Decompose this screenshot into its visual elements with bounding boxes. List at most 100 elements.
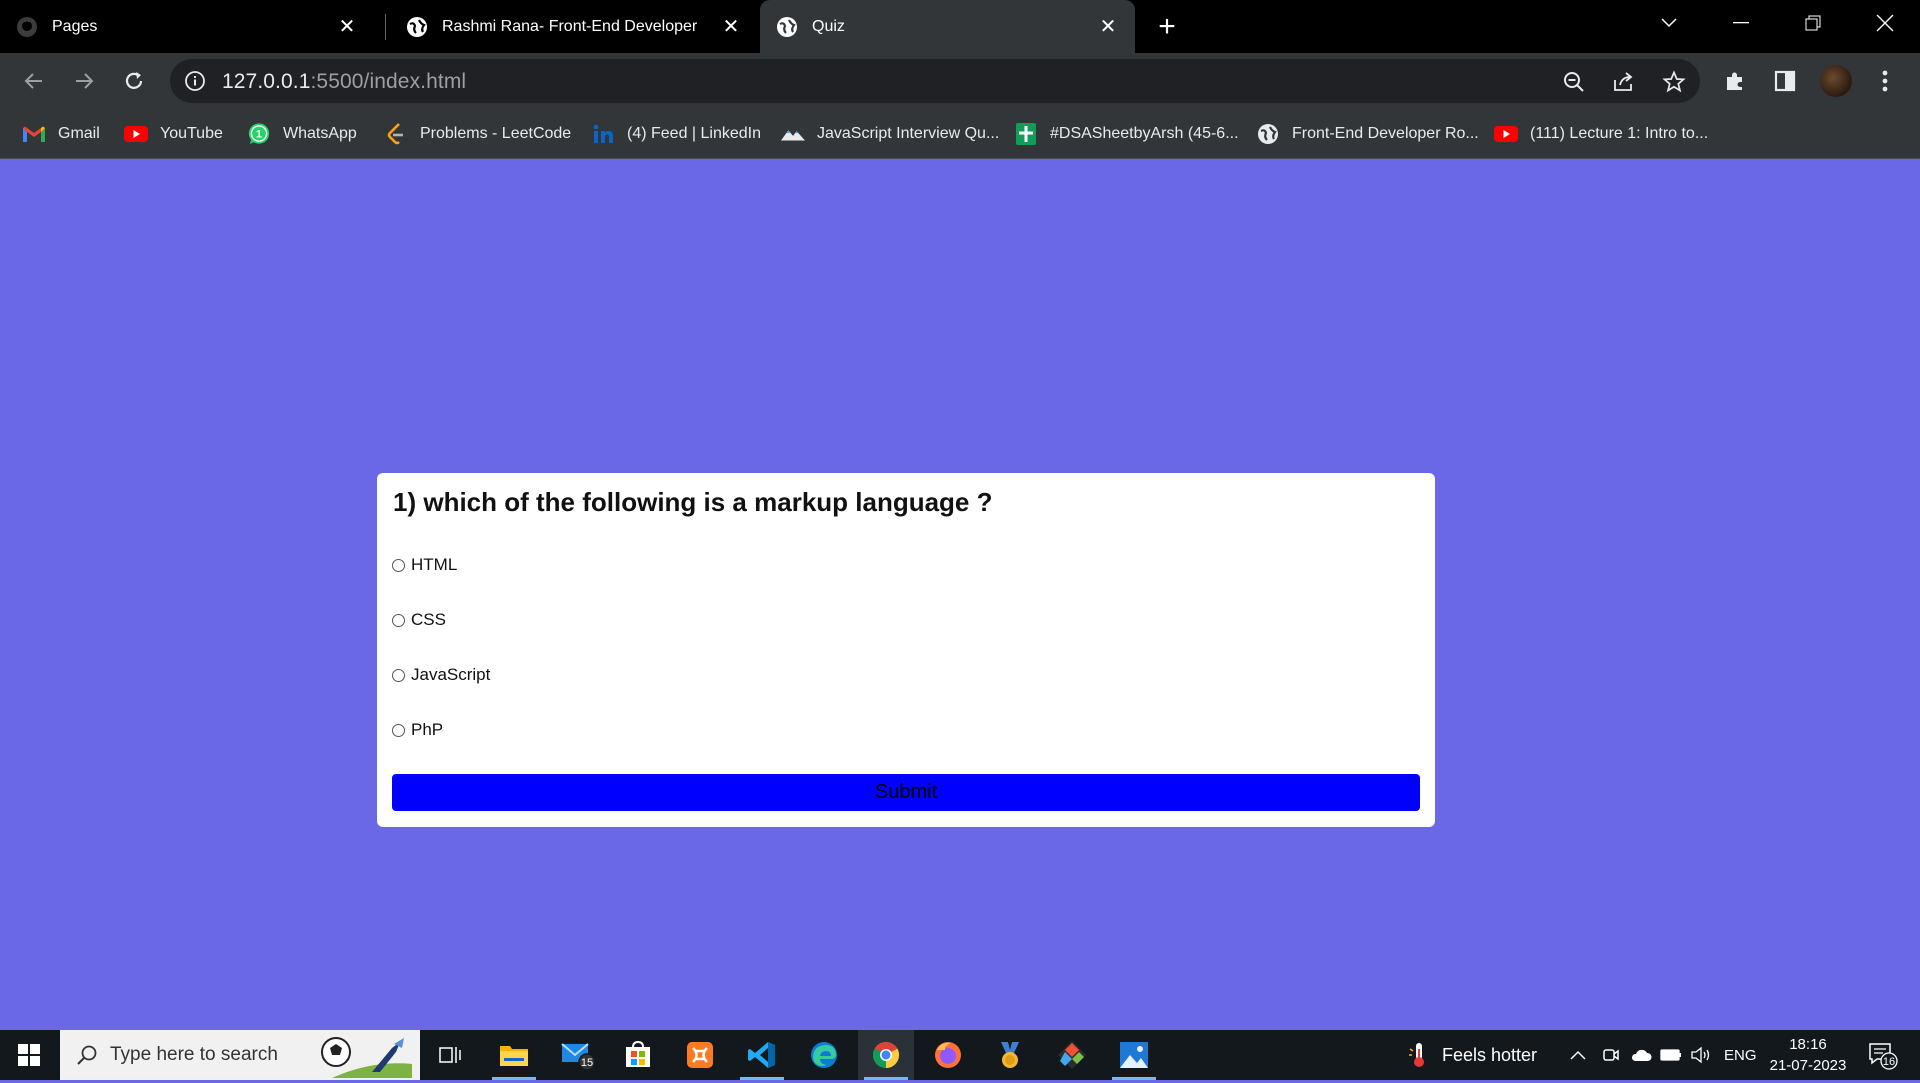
menu-button[interactable] (1870, 66, 1900, 96)
show-hidden-icons-button[interactable] (1570, 1030, 1586, 1080)
minimize-button[interactable] (1706, 0, 1776, 45)
taskbar-edge[interactable] (796, 1030, 852, 1080)
whatsapp-badge: 1 (256, 129, 262, 141)
forward-button[interactable] (66, 63, 102, 99)
address-bar[interactable]: 127.0.0.1:5500/index.html (170, 59, 1700, 103)
bookmarks-bar: Gmail YouTube 1 WhatsApp Problems - Leet… (0, 109, 1920, 159)
bookmark-label: Gmail (58, 125, 100, 142)
taskbar-medal-app[interactable] (982, 1030, 1038, 1080)
leetcode-icon (384, 122, 408, 146)
weather-text: Feels hotter (1442, 1044, 1538, 1065)
task-view-button[interactable] (422, 1030, 478, 1080)
back-button[interactable] (16, 63, 52, 99)
option-css[interactable]: CSS (392, 610, 446, 630)
url-text[interactable]: 127.0.0.1:5500/index.html (222, 70, 466, 94)
chrome-icon (872, 1041, 900, 1069)
clock-date: 21-07-2023 (1769, 1057, 1847, 1074)
taskbar-search[interactable]: Type here to search (60, 1030, 420, 1080)
extensions-button[interactable] (1720, 66, 1750, 96)
weather-widget[interactable]: Feels hotter (1408, 1030, 1537, 1080)
close-icon[interactable]: ✕ (1095, 14, 1121, 40)
close-icon[interactable]: ✕ (718, 14, 744, 40)
notification-badge: 16 (1883, 1056, 1895, 1068)
search-icon (76, 1044, 98, 1066)
taskbar-chrome[interactable] (858, 1030, 914, 1080)
taskbar-store[interactable] (610, 1030, 666, 1080)
submit-button[interactable]: Submit (392, 774, 1420, 811)
option-html[interactable]: HTML (392, 555, 457, 575)
language-indicator[interactable]: ENG (1724, 1030, 1757, 1080)
option-javascript[interactable]: JavaScript (392, 665, 490, 685)
close-icon (1876, 14, 1894, 31)
taskbar-firefox[interactable] (920, 1030, 976, 1080)
option-label: HTML (411, 555, 458, 574)
tab-quiz[interactable]: Quiz ✕ (760, 0, 1135, 53)
bookmark-lecture[interactable]: (111) Lecture 1: Intro to... (1494, 119, 1708, 149)
volume-button[interactable] (1690, 1030, 1712, 1080)
taskbar-file-explorer[interactable] (486, 1030, 542, 1080)
taskbar-photos[interactable] (1106, 1030, 1162, 1080)
radio-button[interactable] (392, 558, 405, 572)
bookmark-frontend-roadmap[interactable]: Front-End Developer Ro... (1256, 119, 1479, 149)
option-label: JavaScript (411, 665, 491, 684)
thermometer-icon (1409, 1043, 1424, 1067)
zoom-button[interactable] (1560, 68, 1588, 96)
system-clock[interactable]: 18:16 21-07-2023 (1762, 1034, 1854, 1076)
share-button[interactable] (1610, 68, 1638, 96)
battery-button[interactable] (1660, 1030, 1682, 1080)
youtube-icon (1494, 122, 1518, 146)
question-text: 1) which of the following is a markup la… (393, 487, 993, 517)
bookmark-star-button[interactable] (1660, 68, 1688, 96)
tab-pages[interactable]: Pages ✕ (0, 0, 374, 53)
tab-divider (385, 14, 386, 40)
star-icon (1662, 70, 1686, 93)
reload-icon (125, 72, 143, 89)
bookmark-javascript-interview[interactable]: JavaScript Interview Qu... (781, 119, 999, 149)
bookmark-gmail[interactable]: Gmail (22, 119, 100, 149)
chevron-up-icon (1570, 1050, 1586, 1060)
github-icon (16, 16, 38, 38)
radio-button[interactable] (392, 668, 405, 682)
tab-rashmi-rana[interactable]: Rashmi Rana- Front-End Developer ✕ (390, 0, 758, 53)
sheets-icon (1014, 122, 1038, 146)
taskbar-git-app[interactable] (1044, 1030, 1100, 1080)
notification-center-button[interactable]: 16 (1868, 1042, 1898, 1070)
profile-avatar[interactable] (1820, 65, 1852, 97)
info-icon[interactable] (184, 70, 206, 92)
bookmark-whatsapp[interactable]: 1 WhatsApp (247, 119, 357, 149)
bookmark-linkedin[interactable]: (4) Feed | LinkedIn (591, 119, 761, 149)
radio-button[interactable] (392, 723, 405, 737)
tab-search-button[interactable] (1634, 0, 1704, 45)
gmail-icon (22, 122, 46, 146)
meet-now-button[interactable] (1602, 1030, 1620, 1080)
start-button[interactable] (0, 1030, 58, 1080)
bookmark-label: #DSASheetbyArsh (45-6... (1050, 125, 1239, 142)
photos-icon (1120, 1042, 1148, 1068)
new-tab-button[interactable]: + (1150, 10, 1184, 44)
reload-button[interactable] (116, 63, 152, 99)
mail-icon: 15 (561, 1043, 596, 1070)
bookmark-youtube[interactable]: YouTube (124, 119, 223, 149)
notification-icon: 16 (1869, 1043, 1898, 1070)
speaker-icon (1691, 1046, 1710, 1064)
more-vertical-icon (1882, 70, 1888, 92)
option-php[interactable]: PhP (392, 720, 443, 740)
close-icon[interactable]: ✕ (334, 14, 360, 40)
restore-button[interactable] (1778, 0, 1848, 45)
taskbar-vscode[interactable] (734, 1030, 790, 1080)
arrow-left-icon (24, 73, 42, 89)
globe-icon (776, 16, 798, 38)
bookmark-label: (4) Feed | LinkedIn (627, 125, 762, 142)
bookmark-dsa-sheet[interactable]: #DSASheetbyArsh (45-6... (1014, 119, 1239, 149)
firefox-icon (935, 1042, 961, 1068)
close-window-button[interactable] (1850, 0, 1920, 45)
side-panel-button[interactable] (1770, 66, 1800, 96)
onedrive-button[interactable] (1630, 1030, 1652, 1080)
bookmark-label: YouTube (160, 125, 223, 142)
minimize-icon (1733, 21, 1749, 23)
bookmark-leetcode[interactable]: Problems - LeetCode (384, 119, 571, 149)
taskbar-mail[interactable]: 15 (550, 1030, 606, 1080)
vscode-icon (748, 1042, 775, 1068)
radio-button[interactable] (392, 613, 405, 627)
taskbar-xampp[interactable] (672, 1030, 728, 1080)
